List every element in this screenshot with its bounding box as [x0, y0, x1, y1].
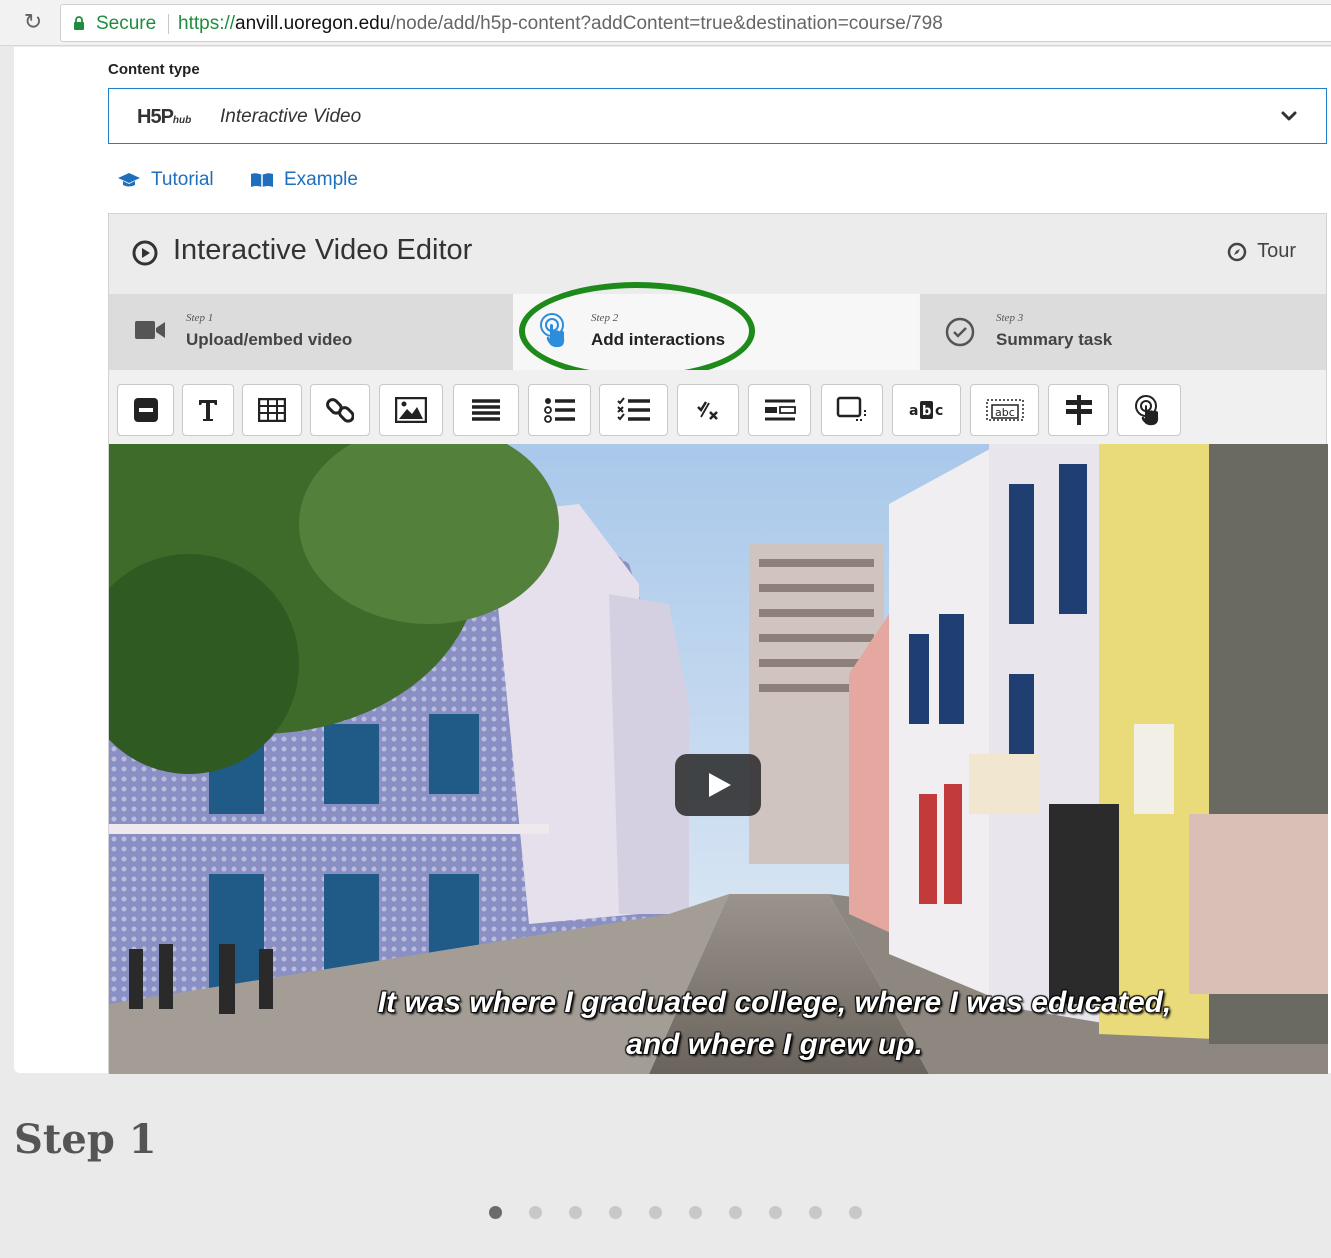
true-false-icon: [697, 401, 718, 420]
play-button[interactable]: [675, 754, 761, 816]
interactions-toolbar: abc abc: [109, 370, 1326, 444]
editor-title: Interactive Video Editor: [173, 234, 473, 266]
lock-icon: [74, 16, 84, 30]
browser-address-bar: ↻ Secure https://anvill.uoregon.edu/node…: [0, 0, 1331, 46]
video-camera-icon: [135, 321, 165, 339]
crossroads-icon: [1065, 395, 1092, 425]
link-button[interactable]: [310, 384, 370, 436]
svg-text:abc: abc: [995, 406, 1015, 419]
text-icon: [199, 400, 217, 421]
example-label: Example: [284, 169, 358, 190]
graduation-cap-icon: [118, 173, 140, 187]
url-host: anvill.uoregon.edu: [235, 13, 391, 34]
text-button[interactable]: [182, 384, 234, 436]
tab-step-1[interactable]: Step 1 Upload/embed video: [109, 294, 513, 370]
tour-label: Tour: [1257, 240, 1296, 262]
chevron-down-icon[interactable]: [1280, 107, 1298, 125]
navigation-hotspot-icon: [1135, 395, 1159, 426]
tab-step-3[interactable]: Step 3 Summary task: [920, 294, 1326, 370]
step-label: Upload/embed video: [186, 330, 353, 349]
mark-words-icon: abc: [909, 401, 943, 419]
logo-main: H5P: [137, 106, 174, 128]
tutorial-link[interactable]: Tutorial: [117, 169, 214, 191]
multiple-choice-button[interactable]: [599, 384, 668, 436]
compass-icon: [1227, 242, 1247, 261]
pagination-dot[interactable]: [529, 1206, 542, 1219]
multiple-choice-icon: [616, 397, 650, 421]
pagination-dot[interactable]: [849, 1206, 862, 1219]
content-type-label: Content type: [108, 61, 200, 78]
play-circle-icon: [132, 240, 158, 266]
step-label: Summary task: [996, 330, 1113, 349]
pagination-dot[interactable]: [809, 1206, 822, 1219]
drag-text-button[interactable]: abc: [970, 384, 1039, 436]
svg-text:a: a: [909, 403, 918, 419]
book-icon: [251, 173, 273, 187]
pagination-dot[interactable]: [489, 1206, 502, 1219]
content-type-value: Interactive Video: [220, 106, 362, 127]
fill-in-blanks-button[interactable]: [748, 384, 811, 436]
slide-heading: Step 1: [14, 1116, 157, 1163]
statements-button[interactable]: [453, 384, 519, 436]
check-circle-icon: [945, 317, 975, 347]
link-icon: [326, 398, 354, 423]
example-link[interactable]: Example: [250, 169, 358, 191]
tour-button[interactable]: Tour: [1227, 240, 1296, 263]
reload-icon[interactable]: ↻: [20, 10, 46, 36]
label-button[interactable]: [117, 384, 174, 436]
url-scheme: https://: [178, 13, 236, 34]
pagination-dot[interactable]: [609, 1206, 622, 1219]
image-icon: [395, 397, 427, 423]
step-number: Step 1: [186, 312, 214, 324]
single-choice-button[interactable]: [528, 384, 591, 436]
true-false-button[interactable]: [677, 384, 739, 436]
highlight-annotation: [519, 282, 755, 380]
fill-in-blanks-icon: [764, 399, 796, 421]
interactive-video-editor: Interactive Video Editor Tour Step 1 Upl…: [108, 213, 1328, 1074]
pagination-dot[interactable]: [689, 1206, 702, 1219]
step-number: Step 3: [996, 312, 1024, 324]
image-button[interactable]: [379, 384, 443, 436]
omnibox[interactable]: Secure https://anvill.uoregon.edu/node/a…: [60, 4, 1331, 42]
statements-icon: [472, 399, 500, 421]
divider: [168, 14, 169, 34]
h5p-hub-logo: H5Phub: [137, 106, 191, 129]
content-type-select[interactable]: H5Phub Interactive Video: [108, 88, 1327, 144]
pagination-dot[interactable]: [769, 1206, 782, 1219]
drag-text-icon: abc: [985, 399, 1024, 421]
secure-label: Secure: [96, 13, 157, 34]
video-caption-line-1: It was where I graduated college, where …: [377, 986, 1172, 1019]
content-panel: Content type H5Phub Interactive Video Tu…: [14, 47, 1331, 1074]
video-player[interactable]: It was where I graduated college, where …: [109, 444, 1328, 1074]
navigation-hotspot-button[interactable]: [1117, 384, 1181, 436]
drag-and-drop-icon: [836, 396, 866, 421]
editor-header: Interactive Video Editor Tour: [109, 214, 1326, 290]
pagination-dot[interactable]: [729, 1206, 742, 1219]
tutorial-label: Tutorial: [151, 169, 214, 190]
svg-text:b: b: [922, 404, 931, 419]
pagination-dot[interactable]: [649, 1206, 662, 1219]
mark-words-button[interactable]: abc: [892, 384, 961, 436]
url-text[interactable]: https://anvill.uoregon.edu/node/add/h5p-…: [178, 13, 943, 35]
table-button[interactable]: [242, 384, 302, 436]
pagination-dot[interactable]: [569, 1206, 582, 1219]
svg-text:c: c: [935, 403, 943, 419]
url-path: /node/add/h5p-content?addContent=true&de…: [390, 13, 943, 34]
table-icon: [258, 398, 286, 422]
label-icon: [133, 398, 158, 422]
video-caption-line-2: and where I grew up.: [626, 1028, 923, 1061]
drag-and-drop-button[interactable]: [821, 384, 883, 436]
logo-sub: hub: [172, 115, 192, 126]
crossroads-button[interactable]: [1048, 384, 1109, 436]
single-choice-icon: [543, 398, 575, 423]
